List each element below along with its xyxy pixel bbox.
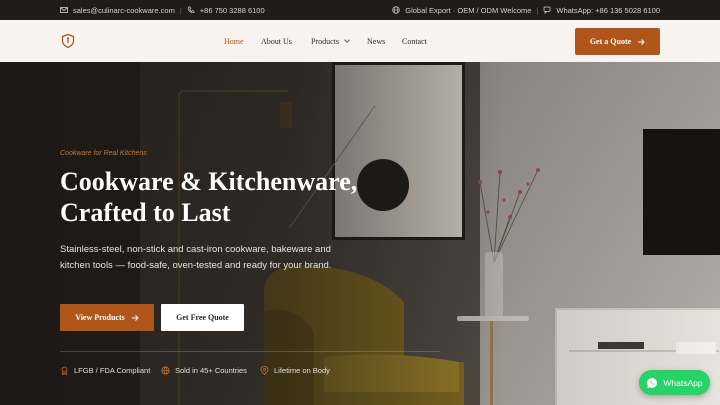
badge-warranty: Lifetime on Body (260, 366, 350, 375)
hero-title-line-1: Cookware & Kitchenware, (60, 167, 358, 196)
separator: | (536, 5, 539, 15)
hero-overlay (0, 62, 720, 405)
trust-badges: LFGB / FDA Compliant Sold in 45+ Countri… (60, 364, 350, 376)
nav-contact[interactable]: Contact (402, 37, 442, 46)
main-nav: Home About Us Products News Contact (224, 20, 442, 62)
hero-eyebrow: Cookware for Real Kitchens (60, 150, 147, 157)
top-bar-whatsapp[interactable]: WhatsApp: +86 136 5028 6100 (556, 6, 660, 15)
logo-shield-icon[interactable] (60, 33, 76, 49)
top-bar-email[interactable]: sales@culinarc-cookware.com (73, 6, 175, 15)
globe-icon (392, 6, 400, 14)
whatsapp-icon (544, 6, 551, 14)
nav-home[interactable]: Home (224, 37, 261, 46)
nav-products-label: Products (311, 36, 339, 46)
top-bar-info: Global Export · OEM / ODM Welcome | What… (392, 0, 660, 20)
chevron-down-icon (344, 36, 350, 43)
separator: | (179, 5, 182, 15)
get-a-quote-label: Get a Quote (589, 37, 632, 46)
badge-warranty-label: Lifetime on Body (274, 365, 330, 375)
hero-title-line-2: Crafted to Last (60, 198, 231, 227)
hero-title: Cookware & Kitchenware, Crafted to Last (60, 166, 460, 228)
location-pin-icon (260, 365, 269, 375)
view-products-button[interactable]: View Products (60, 304, 154, 331)
phone-icon (187, 6, 195, 14)
whatsapp-float-button[interactable]: WhatsApp (639, 370, 710, 395)
badge-compliance: LFGB / FDA Compliant (60, 366, 161, 375)
whatsapp-icon (647, 377, 658, 388)
hero-section: Cookware for Real Kitchens Cookware & Ki… (0, 62, 720, 405)
view-products-label: View Products (75, 313, 125, 322)
get-free-quote-button[interactable]: Get Free Quote (161, 304, 244, 331)
badge-compliance-label: LFGB / FDA Compliant (74, 365, 151, 375)
globe-icon (161, 366, 170, 374)
arrow-right-icon (131, 314, 139, 321)
arrow-right-icon (638, 38, 645, 45)
badge-countries: Sold in 45+ Countries (161, 366, 260, 375)
top-bar: sales@culinarc-cookware.com | +86 750 32… (0, 0, 720, 20)
nav-about-us[interactable]: About Us (261, 37, 311, 46)
top-bar-contact: sales@culinarc-cookware.com | +86 750 32… (60, 0, 265, 20)
nav-products[interactable]: Products (311, 37, 367, 46)
hero-divider (60, 351, 440, 352)
top-bar-phone[interactable]: +86 750 3288 6100 (200, 6, 265, 15)
nav-news[interactable]: News (367, 37, 402, 46)
badge-countries-label: Sold in 45+ Countries (175, 365, 247, 375)
get-a-quote-button[interactable]: Get a Quote (575, 28, 660, 55)
award-icon (61, 366, 68, 375)
mail-icon (60, 7, 68, 13)
whatsapp-label: WhatsApp (663, 377, 703, 388)
top-bar-tagline: Global Export · OEM / ODM Welcome (405, 5, 532, 15)
hero-subtitle: Stainless-steel, non-stick and cast-iron… (60, 244, 332, 271)
